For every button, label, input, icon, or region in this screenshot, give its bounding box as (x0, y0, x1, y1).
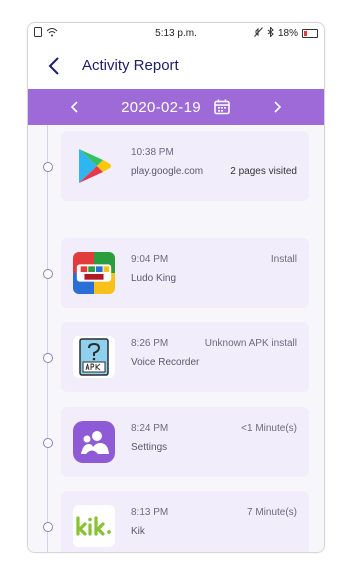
chevron-left-icon (48, 56, 59, 75)
settings-app-icon (73, 421, 115, 463)
timeline-dot (43, 353, 53, 363)
apk-icon (73, 336, 115, 378)
wifi-icon (46, 27, 58, 40)
bluetooth-icon (267, 25, 274, 40)
activity-app: Kik (131, 526, 145, 537)
mute-icon (254, 26, 263, 40)
activity-detail: 2 pages visited (230, 166, 297, 177)
activity-app: play.google.com (131, 166, 204, 177)
header: Activity Report (28, 43, 324, 88)
sim-icon (34, 26, 42, 40)
current-date: 2020-02-19 (121, 98, 201, 116)
phone-frame: 5:13 p.m. 18% Activity Report 2020-02-19 (27, 22, 325, 553)
timeline-line (47, 125, 48, 552)
activity-detail: <1 Minute(s) (241, 423, 297, 434)
status-time: 5:13 p.m. (155, 27, 197, 39)
timeline-dot (43, 162, 53, 172)
chevron-left-icon (70, 101, 78, 113)
activity-time: 9:04 PM (131, 254, 169, 265)
timeline-dot (43, 522, 53, 532)
date-bar: 2020-02-19 (28, 89, 324, 125)
kik-icon (73, 505, 115, 547)
page-title: Activity Report (82, 57, 179, 74)
chevron-right-icon (274, 101, 282, 113)
back-button[interactable] (34, 46, 74, 86)
next-day-button[interactable] (260, 89, 296, 125)
battery-percent: 18% (277, 27, 298, 39)
activity-app: Voice Recorder (131, 357, 200, 368)
list-item[interactable]: 8:13 PM Kik 7 Minute(s) (61, 491, 309, 552)
activity-detail: Install (270, 254, 297, 265)
status-right: 18% (238, 25, 318, 40)
activity-detail: 7 Minute(s) (246, 507, 297, 518)
list-item[interactable]: 9:04 PM Ludo King Install (61, 238, 309, 308)
google-play-icon (73, 145, 115, 187)
previous-day-button[interactable] (56, 89, 92, 125)
battery-icon (302, 28, 318, 38)
activity-detail: Unknown APK install (204, 338, 297, 349)
activity-time: 8:24 PM (131, 423, 169, 434)
list-item[interactable]: 10:38 PM play.google.com 2 pages visited (61, 131, 309, 201)
activity-time: 10:38 PM (131, 147, 174, 158)
calendar-icon[interactable] (213, 98, 231, 116)
status-bar: 5:13 p.m. 18% (28, 23, 324, 43)
activity-time: 8:26 PM (131, 338, 169, 349)
timeline-dot (43, 269, 53, 279)
list-item[interactable]: 8:26 PM Voice Recorder Unknown APK insta… (61, 322, 309, 392)
activity-app: Ludo King (131, 273, 177, 284)
status-left (34, 26, 114, 40)
activity-list[interactable]: 10:38 PM play.google.com 2 pages visited (28, 125, 324, 552)
list-item[interactable]: 8:24 PM Settings <1 Minute(s) (61, 407, 309, 477)
activity-time: 8:13 PM (131, 507, 169, 518)
timeline-dot (43, 438, 53, 448)
ludo-king-icon (73, 252, 115, 294)
activity-app: Settings (131, 442, 168, 453)
